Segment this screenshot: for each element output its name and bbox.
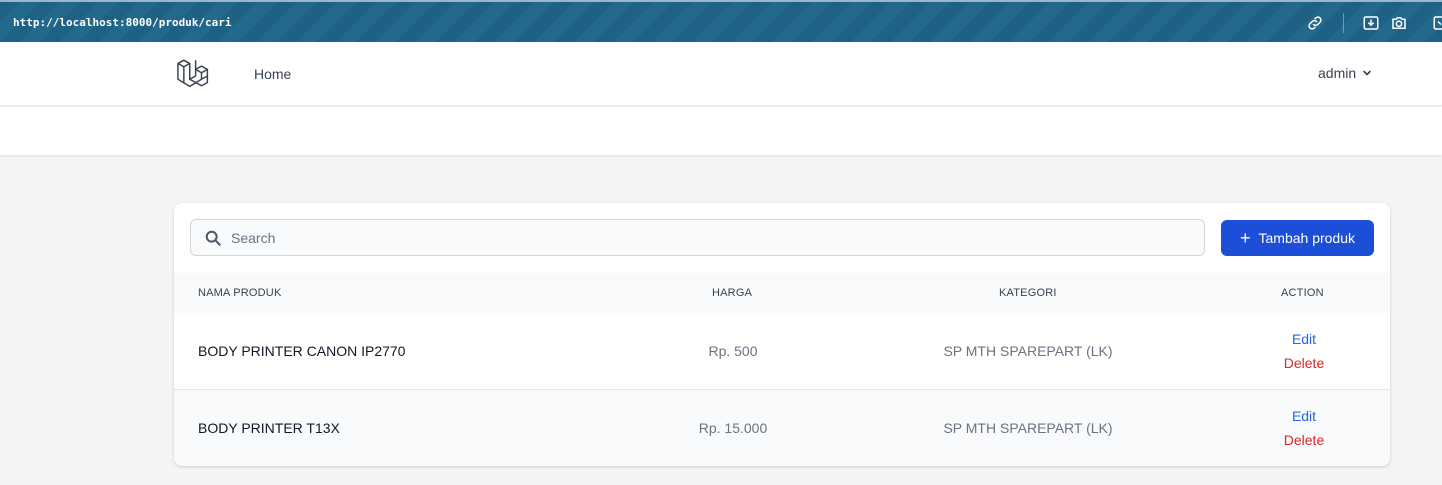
camera-icon[interactable]: [1390, 14, 1408, 32]
download-icon[interactable]: [1362, 14, 1380, 32]
search-input[interactable]: [231, 220, 1191, 255]
user-menu[interactable]: admin: [1318, 65, 1372, 81]
add-product-label: Tambah produk: [1258, 230, 1356, 246]
add-product-button[interactable]: + Tambah produk: [1221, 220, 1374, 256]
product-price: Rp. 500: [708, 343, 758, 359]
column-header-kategori: KATEGORI: [999, 287, 1057, 299]
product-name: BODY PRINTER T13X: [198, 420, 340, 436]
top-navigation: Home admin: [0, 42, 1442, 106]
plus-icon: +: [1239, 228, 1251, 248]
table-row: BODY PRINTER CANON IP2770 Rp. 500 SP MTH…: [174, 313, 1390, 390]
edit-link[interactable]: Edit: [1254, 408, 1354, 424]
table-header: NAMA PRODUK HARGA KATEGORI ACTION: [174, 273, 1390, 313]
search-box: [190, 219, 1205, 256]
user-name: admin: [1318, 65, 1357, 81]
product-category: SP MTH SPAREPART (LK): [943, 343, 1113, 359]
column-header-action: ACTION: [1281, 287, 1324, 299]
product-name: BODY PRINTER CANON IP2770: [198, 343, 406, 359]
chevron-down-icon: [1363, 70, 1371, 76]
edit-link[interactable]: Edit: [1254, 331, 1354, 347]
delete-link[interactable]: Delete: [1254, 432, 1354, 448]
browser-url-bar: http://localhost:8000/produk/cari: [0, 0, 1442, 42]
search-icon: [205, 230, 221, 246]
laravel-logo-icon[interactable]: [176, 57, 210, 91]
product-card: + Tambah produk NAMA PRODUK HARGA KATEGO…: [174, 203, 1390, 466]
product-price: Rp. 15.000: [698, 420, 768, 436]
extension-icon[interactable]: [1432, 14, 1442, 32]
column-header-nama-produk: NAMA PRODUK: [198, 287, 282, 299]
column-header-harga: HARGA: [712, 287, 753, 299]
product-category: SP MTH SPAREPART (LK): [943, 420, 1113, 436]
table-row: BODY PRINTER T13X Rp. 15.000 SP MTH SPAR…: [174, 390, 1390, 466]
url-text[interactable]: http://localhost:8000/produk/cari: [13, 16, 232, 29]
page-header: [0, 107, 1442, 155]
nav-home-link[interactable]: Home: [254, 66, 291, 82]
link-icon[interactable]: [1306, 14, 1324, 32]
delete-link[interactable]: Delete: [1254, 355, 1354, 371]
toolbar-separator: [1343, 13, 1344, 33]
